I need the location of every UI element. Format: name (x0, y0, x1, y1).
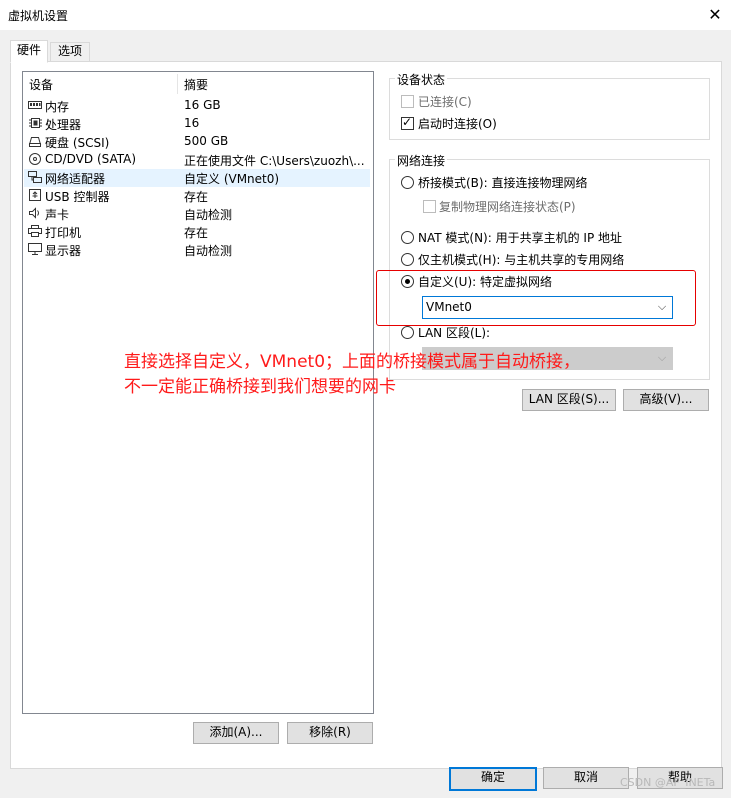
nat-label: NAT 模式(N): 用于共享主机的 IP 地址 (418, 231, 623, 245)
connect-at-power-on-label: 启动时连接(O) (418, 117, 497, 131)
bridged-radio[interactable] (401, 176, 414, 189)
watermark: CSDN @AF_INETa (620, 776, 716, 789)
disk-icon (28, 137, 42, 147)
close-button[interactable]: ✕ (700, 2, 730, 28)
annotation-text-line1: 直接选择自定义，VMnet0；上面的桥接模式属于自动桥接， (124, 352, 581, 372)
column-separator[interactable] (177, 74, 178, 94)
title-bar: 虚拟机设置 ✕ (0, 0, 731, 30)
annotation-text-line2: 不一定能正确桥接到我们想要的网卡 (124, 377, 396, 397)
connected-label: 已连接(C) (418, 95, 472, 109)
device-summary: 自动检测 (184, 244, 233, 258)
replicate-state-checkbox[interactable] (423, 200, 436, 213)
remove-device-button[interactable]: 移除(R) (287, 722, 373, 744)
device-summary: 存在 (184, 190, 209, 204)
device-name: USB 控制器 (45, 190, 110, 204)
cdrom-icon (29, 153, 41, 165)
usb-icon (29, 189, 41, 201)
device-row-cd-dvd[interactable]: CD/DVD (SATA) 正在使用文件 C:\Users\zuozh\... (24, 151, 370, 169)
vm-settings-dialog: 虚拟机设置 ✕ 硬件 选项 设备 摘要 内存 16 GB 处理器 16 硬盘 (… (0, 0, 731, 798)
window-title: 虚拟机设置 (8, 9, 69, 23)
device-row-memory[interactable]: 内存 16 GB (24, 97, 370, 115)
printer-icon (28, 225, 42, 237)
device-name: 内存 (45, 100, 70, 114)
lan-segment-radio[interactable] (401, 326, 414, 339)
replicate-state-label: 复制物理网络连接状态(P) (439, 200, 576, 214)
cpu-icon (29, 118, 42, 128)
close-icon: ✕ (708, 5, 722, 24)
check-icon: ✓ (402, 115, 413, 129)
monitor-icon (28, 243, 42, 255)
device-status-title: 设备状态 (395, 71, 448, 88)
device-summary: 存在 (184, 226, 209, 240)
device-row-processor[interactable]: 处理器 16 (24, 115, 370, 133)
lan-segment-label: LAN 区段(L): (418, 326, 491, 340)
host-only-radio[interactable] (401, 253, 414, 266)
bridged-label: 桥接模式(B): 直接连接物理网络 (418, 176, 588, 190)
device-name: 网络适配器 (45, 172, 106, 186)
device-summary: 正在使用文件 C:\Users\zuozh\... (184, 154, 365, 168)
network-connection-title: 网络连接 (395, 152, 448, 169)
ok-button[interactable]: 确定 (449, 767, 537, 791)
connected-checkbox[interactable] (401, 95, 414, 108)
device-summary: 16 (184, 116, 200, 130)
device-row-display[interactable]: 显示器 自动检测 (24, 241, 370, 259)
device-name: 处理器 (45, 118, 82, 132)
cancel-button[interactable]: 取消 (543, 767, 629, 789)
device-row-sound-card[interactable]: 声卡 自动检测 (24, 205, 370, 223)
device-row-printer[interactable]: 打印机 存在 (24, 223, 370, 241)
speaker-icon (29, 207, 39, 219)
tab-options[interactable]: 选项 (50, 42, 90, 62)
network-adapter-icon (28, 171, 42, 183)
add-device-button[interactable]: 添加(A)... (193, 722, 279, 744)
device-name: CD/DVD (SATA) (45, 152, 137, 166)
chevron-down-icon: ⌵ (657, 351, 667, 364)
device-row-hard-disk[interactable]: 硬盘 (SCSI) 500 GB (24, 133, 370, 151)
advanced-button[interactable]: 高级(V)... (623, 389, 709, 411)
device-summary: 16 GB (184, 98, 221, 112)
annotation-highlight-box (376, 270, 696, 326)
device-summary: 自动检测 (184, 208, 233, 222)
device-name: 声卡 (45, 208, 70, 222)
nat-radio[interactable] (401, 231, 414, 244)
column-header-summary[interactable]: 摘要 (184, 76, 208, 93)
device-summary: 自定义 (VMnet0) (184, 172, 280, 186)
device-name: 打印机 (45, 226, 82, 240)
host-only-label: 仅主机模式(H): 与主机共享的专用网络 (418, 253, 625, 267)
device-row-usb-controller[interactable]: USB 控制器 存在 (24, 187, 370, 205)
connect-at-power-on-checkbox[interactable]: ✓ (401, 115, 414, 130)
column-header-device[interactable]: 设备 (29, 76, 53, 93)
lan-segments-button[interactable]: LAN 区段(S)... (522, 389, 616, 411)
device-name: 硬盘 (SCSI) (45, 136, 110, 150)
device-name: 显示器 (45, 244, 82, 258)
tab-hardware[interactable]: 硬件 (10, 40, 48, 63)
device-summary: 500 GB (184, 134, 229, 148)
device-row-network-adapter[interactable]: 网络适配器 自定义 (VMnet0) (24, 169, 370, 187)
memory-icon (28, 101, 42, 109)
